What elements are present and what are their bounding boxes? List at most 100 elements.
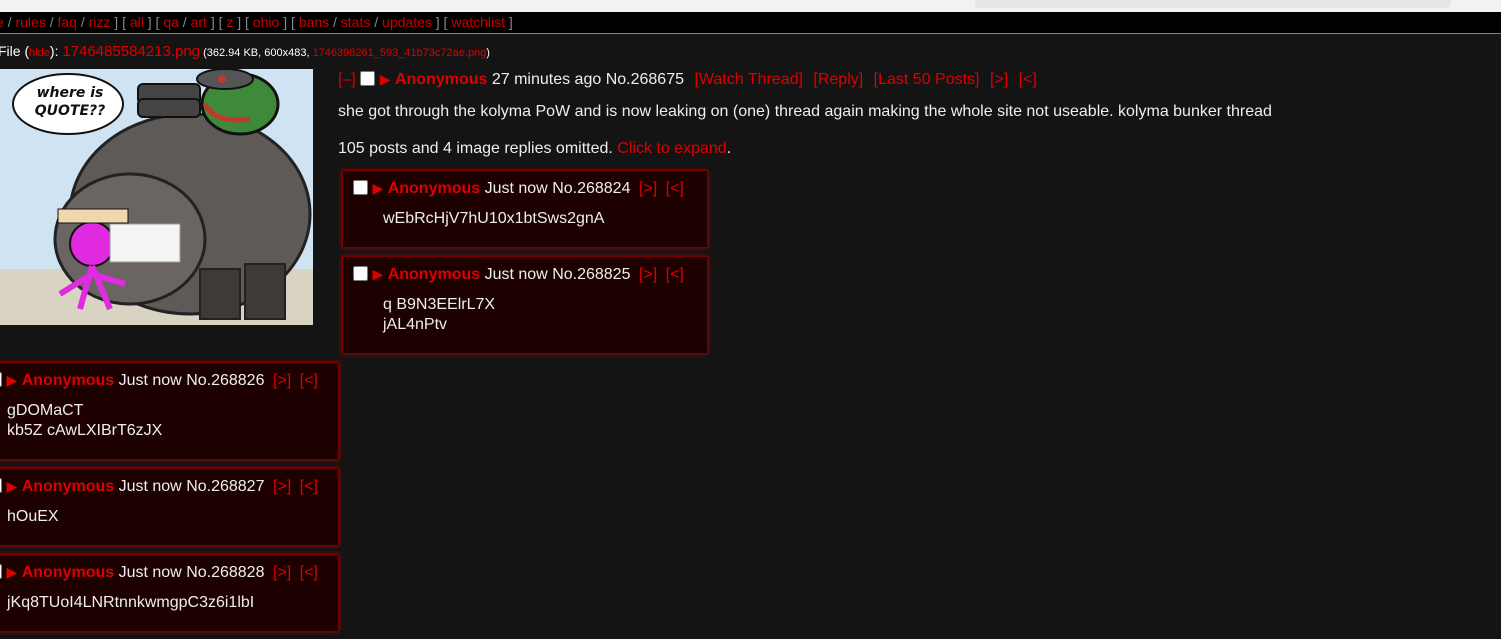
nav-separator: ] [	[143, 14, 164, 30]
hide-image-link[interactable]: hide	[29, 47, 50, 59]
nav-separator: ] [	[233, 14, 253, 30]
reply-post-number[interactable]: No.268827	[186, 478, 264, 495]
next-post-link[interactable]: [>]	[273, 372, 291, 389]
reply-header: ▶ Anonymous Just now No.268825 [>] [<]	[353, 266, 684, 284]
post-menu-arrow-icon[interactable]: ▶	[6, 564, 17, 580]
nav-link-qa[interactable]: qa	[163, 14, 179, 30]
nav-link-all[interactable]: all	[130, 14, 144, 30]
original-filename-link[interactable]: 1746398261_593_41b73c72ae.png	[313, 47, 487, 59]
file-meta: (362.94 KB, 600x483,	[200, 47, 313, 59]
next-post-link[interactable]: [>]	[639, 180, 657, 197]
op-image-thumbnail[interactable]: where is QUOTE??	[0, 69, 313, 325]
op-message: she got through the kolyma PoW and is no…	[338, 103, 1272, 120]
post-menu-arrow-icon[interactable]: ▶	[6, 478, 17, 494]
nav-separator: ] [	[110, 14, 130, 30]
nav-link-faq[interactable]: faq	[58, 14, 77, 30]
file-info: File (hide): 1746485584213.png (362.94 K…	[0, 43, 490, 60]
file-name-link[interactable]: 1746485584213.png	[62, 43, 200, 60]
watch-thread-link[interactable]: [Watch Thread]	[694, 71, 803, 88]
reply-timestamp: Just now	[484, 266, 548, 283]
scrollbar-track[interactable]	[975, 0, 1451, 8]
next-post-link[interactable]: [>]	[273, 478, 291, 495]
nav-link-watchlist[interactable]: watchlist	[451, 14, 505, 30]
board-navbar-links: e / rules / faq / rizz ] [ all ] [ qa / …	[0, 12, 513, 33]
op-post-number[interactable]: No.268675	[606, 71, 684, 88]
reply-message: q B9N3EElrL7X jAL4nPtv	[383, 295, 495, 335]
prev-post-link[interactable]: [<]	[1019, 71, 1037, 88]
reply-post: ▶ Anonymous Just now No.268826 [>] [<] gD…	[0, 362, 339, 460]
reply-poster-name: Anonymous	[21, 478, 115, 495]
next-post-link[interactable]: [>]	[990, 71, 1008, 88]
reply-select-checkbox[interactable]	[0, 564, 2, 579]
prev-post-link[interactable]: [<]	[300, 372, 318, 389]
reply-post-number[interactable]: No.268824	[552, 180, 630, 197]
op-select-checkbox[interactable]	[360, 71, 376, 86]
op-timestamp: 27 minutes ago	[491, 71, 602, 88]
nav-link-art[interactable]: art	[191, 14, 207, 30]
file-meta-close: )	[486, 47, 490, 59]
collapse-thread-button[interactable]: [–]	[338, 71, 356, 88]
file-mid: ):	[49, 43, 63, 59]
reply-message: wEbRcHjV7hU10x1btSws2gnA	[383, 209, 604, 229]
reply-post: ▶ Anonymous Just now No.268828 [>] [<] jK…	[0, 554, 339, 632]
reply-message-line: kb5Z cAwLXIBrT6zJX	[7, 422, 163, 439]
reply-message-line: jAL4nPtv	[383, 316, 448, 333]
nav-link-bans[interactable]: bans	[299, 14, 329, 30]
post-menu-arrow-icon[interactable]: ▶	[6, 372, 17, 388]
nav-separator: /	[370, 14, 383, 30]
reply-select-checkbox[interactable]	[0, 372, 2, 387]
op-poster-name: Anonymous	[394, 71, 488, 88]
expand-thread-link[interactable]: Click to expand	[617, 140, 726, 157]
reply-post: ▶ Anonymous Just now No.268824 [>] [<] wE…	[342, 170, 708, 248]
reply-post: ▶ Anonymous Just now No.268827 [>] [<] hO…	[0, 468, 339, 546]
reply-message-line: q B9N3EElrL7X	[383, 296, 496, 313]
prev-post-link[interactable]: [<]	[666, 180, 684, 197]
reply-post-number[interactable]: No.268826	[186, 372, 264, 389]
reply-poster-name: Anonymous	[387, 180, 481, 197]
next-post-link[interactable]: [>]	[273, 564, 291, 581]
reply-message: jKq8TUoI4LNRtnnkwmgpC3z6i1lbI	[7, 593, 254, 613]
reply-link[interactable]: [Reply]	[813, 71, 863, 88]
nav-separator: ] [	[279, 14, 299, 30]
nav-separator: /	[45, 14, 58, 30]
reply-message-line: wEbRcHjV7hU10x1btSws2gnA	[383, 210, 605, 227]
omitted-notice: 105 posts and 4 image replies omitted. C…	[338, 140, 731, 158]
last-50-posts-link[interactable]: [Last 50 Posts]	[874, 71, 980, 88]
reply-message-line: gDOMaCT	[7, 402, 84, 419]
prev-post-link[interactable]: [<]	[666, 266, 684, 283]
prev-post-link[interactable]: [<]	[300, 478, 318, 495]
next-post-link[interactable]: [>]	[639, 266, 657, 283]
reply-poster-name: Anonymous	[21, 372, 115, 389]
reply-timestamp: Just now	[118, 372, 182, 389]
reply-select-checkbox[interactable]	[353, 266, 368, 281]
nav-separator: ]	[505, 14, 513, 30]
nav-separator: /	[3, 14, 16, 30]
reply-poster-name: Anonymous	[21, 564, 115, 581]
reply-timestamp: Just now	[484, 180, 548, 197]
omitted-count-text: 105 posts and 4 image replies omitted.	[338, 140, 613, 157]
reply-select-checkbox[interactable]	[0, 478, 2, 493]
nav-separator: /	[76, 14, 89, 30]
op-header: [–] ▶ Anonymous 27 minutes ago No.268675…	[338, 71, 1037, 89]
post-menu-arrow-icon[interactable]: ▶	[380, 71, 391, 87]
reply-poster-name: Anonymous	[387, 266, 481, 283]
nav-separator: ] [	[206, 14, 227, 30]
post-menu-arrow-icon[interactable]: ▶	[372, 266, 383, 282]
board-navbar: e / rules / faq / rizz ] [ all ] [ qa / …	[0, 12, 1501, 34]
nav-link-rizz[interactable]: rizz	[89, 14, 111, 30]
reply-message-line: jKq8TUoI4LNRtnnkwmgpC3z6i1lbI	[7, 594, 255, 611]
reply-header: ▶ Anonymous Just now No.268828 [>] [<]	[0, 564, 318, 582]
nav-link-rules[interactable]: rules	[15, 14, 45, 30]
browser-top-strip	[0, 0, 1501, 12]
reply-post-number[interactable]: No.268825	[552, 266, 630, 283]
nav-link-stats[interactable]: stats	[341, 14, 371, 30]
reply-message-line: hOuEX	[7, 508, 59, 525]
prev-post-link[interactable]: [<]	[300, 564, 318, 581]
reply-post-number[interactable]: No.268828	[186, 564, 264, 581]
post-menu-arrow-icon[interactable]: ▶	[372, 180, 383, 196]
nav-link-updates[interactable]: updates	[382, 14, 432, 30]
reply-select-checkbox[interactable]	[353, 180, 368, 195]
reply-header: ▶ Anonymous Just now No.268824 [>] [<]	[353, 180, 684, 198]
nav-link-ohio[interactable]: ohio	[253, 14, 279, 30]
reply-message: hOuEX	[7, 507, 59, 527]
